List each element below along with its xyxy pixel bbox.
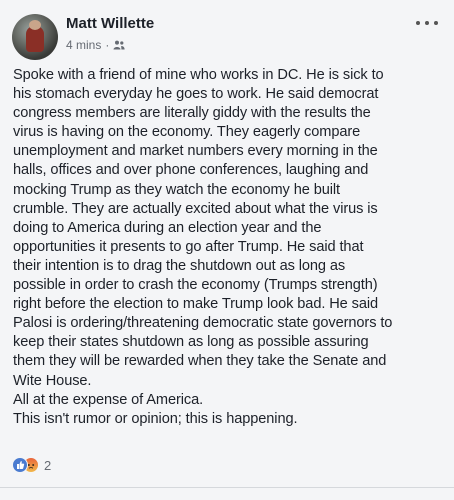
more-dot bbox=[416, 21, 420, 25]
post-text: Spoke with a friend of mine who works in… bbox=[13, 67, 393, 427]
reactions-bar[interactable]: 2 bbox=[12, 456, 51, 474]
more-options-button[interactable] bbox=[416, 16, 438, 30]
post-meta: 4 mins · bbox=[66, 38, 125, 52]
more-dot bbox=[425, 21, 429, 25]
like-icon bbox=[12, 457, 28, 473]
author-name[interactable]: Matt Willette bbox=[66, 15, 154, 32]
post-header: Matt Willette 4 mins · bbox=[12, 12, 442, 64]
more-dot bbox=[434, 21, 438, 25]
avatar[interactable] bbox=[12, 14, 58, 60]
divider bbox=[0, 487, 454, 488]
timestamp[interactable]: 4 mins bbox=[66, 38, 101, 52]
friends-icon[interactable] bbox=[113, 40, 125, 50]
post-card: Matt Willette 4 mins · Spoke with a frie… bbox=[0, 0, 454, 500]
avatar-head bbox=[29, 20, 41, 30]
meta-separator: · bbox=[105, 38, 110, 52]
reaction-count[interactable]: 2 bbox=[44, 458, 51, 473]
